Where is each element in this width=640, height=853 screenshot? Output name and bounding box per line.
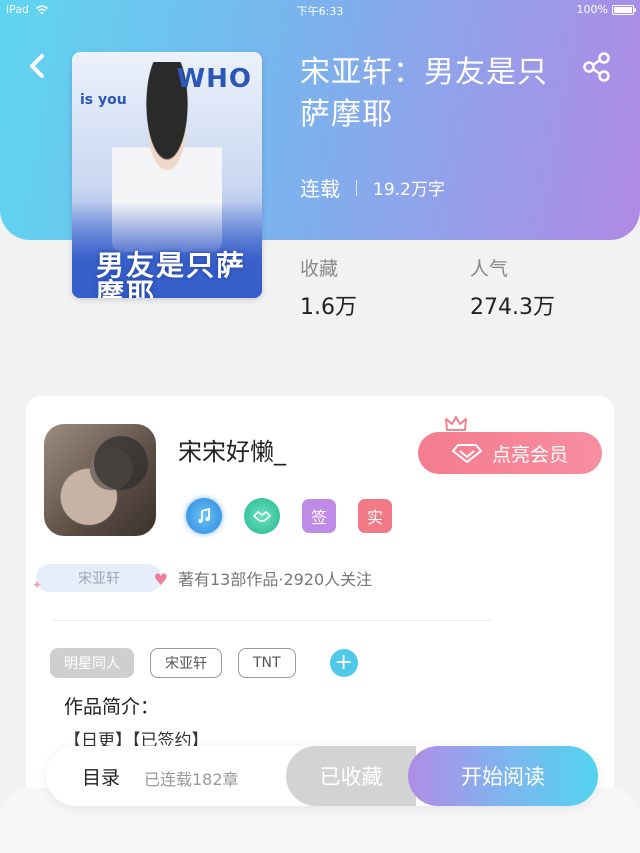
status-time: 下午6:33 xyxy=(296,5,344,18)
favorites-stat: 收藏 1.6万 xyxy=(300,254,357,321)
back-button[interactable] xyxy=(22,48,52,84)
favorites-value: 1.6万 xyxy=(300,295,357,320)
handshake-medal-icon[interactable] xyxy=(244,498,280,534)
sparkle-icon: ✦ xyxy=(32,578,43,592)
share-button[interactable] xyxy=(580,50,614,84)
serial-status: 连载 xyxy=(300,177,340,201)
back-chevron-icon xyxy=(30,54,44,78)
word-count: 19.2万字 xyxy=(373,180,445,200)
battery-percent: 100% xyxy=(576,3,608,16)
author-fan-tag: ✦ 宋亚轩 ♥ xyxy=(32,564,168,592)
vip-button-label: 点亮会员 xyxy=(491,443,568,466)
author-fan-tag-label: 宋亚轩 xyxy=(78,571,120,587)
diamond-icon xyxy=(451,444,482,463)
crown-icon xyxy=(445,416,467,431)
vip-button[interactable]: 点亮会员 xyxy=(418,432,602,474)
book-title: 宋亚轩：男友是只萨摩耶 xyxy=(300,55,548,132)
signed-badge[interactable]: 签 xyxy=(302,499,336,533)
book-tags: 明星同人 宋亚轩 TNT + xyxy=(50,648,358,678)
author-badges: 签 实 xyxy=(186,498,392,534)
favorites-label: 收藏 xyxy=(300,258,339,280)
cover-subline: is you xyxy=(80,92,127,108)
intro-label: 作品简介： xyxy=(64,696,160,718)
collected-button[interactable]: 已收藏 xyxy=(286,746,416,806)
start-reading-button[interactable]: 开始阅读 xyxy=(408,746,598,806)
popularity-stat: 人气 274.3万 xyxy=(470,254,555,321)
music-medal-icon[interactable] xyxy=(186,498,222,534)
book-detail-page: iPad 下午6:33 100% WHO is you 男友是只萨摩耶 宋亚轩：… xyxy=(0,0,640,853)
toc-button[interactable]: 目录 xyxy=(82,763,120,790)
book-meta: 连载 19.2万字 xyxy=(300,173,445,202)
cover-headline: WHO xyxy=(176,64,252,94)
tag-item[interactable]: 明星同人 xyxy=(50,648,134,678)
status-bar: iPad 下午6:33 100% xyxy=(0,0,640,20)
add-tag-button[interactable]: + xyxy=(329,649,358,677)
share-icon xyxy=(583,52,610,82)
author-works-info: 著有13部作品·2920人关注 xyxy=(178,570,373,589)
chapter-count[interactable]: 已连载182章 xyxy=(144,766,239,790)
popularity-value: 274.3万 xyxy=(470,295,555,320)
heart-icon: ♥ xyxy=(153,570,168,589)
tag-item[interactable]: 宋亚轩 xyxy=(150,648,222,678)
verified-badge[interactable]: 实 xyxy=(358,499,392,533)
tag-item[interactable]: TNT xyxy=(238,648,296,678)
author-name[interactable]: 宋宋好懒_ xyxy=(178,432,286,467)
book-cover[interactable]: WHO is you 男友是只萨摩耶 xyxy=(72,52,262,298)
bottom-action-bar: 目录 已连载182章 已收藏 开始阅读 xyxy=(46,746,598,806)
battery-icon xyxy=(612,4,636,15)
cover-title-art: 男友是只萨摩耶 xyxy=(96,249,247,299)
divider xyxy=(52,620,492,621)
popularity-label: 人气 xyxy=(470,258,509,280)
meta-divider xyxy=(356,179,357,196)
author-avatar[interactable] xyxy=(44,424,156,536)
